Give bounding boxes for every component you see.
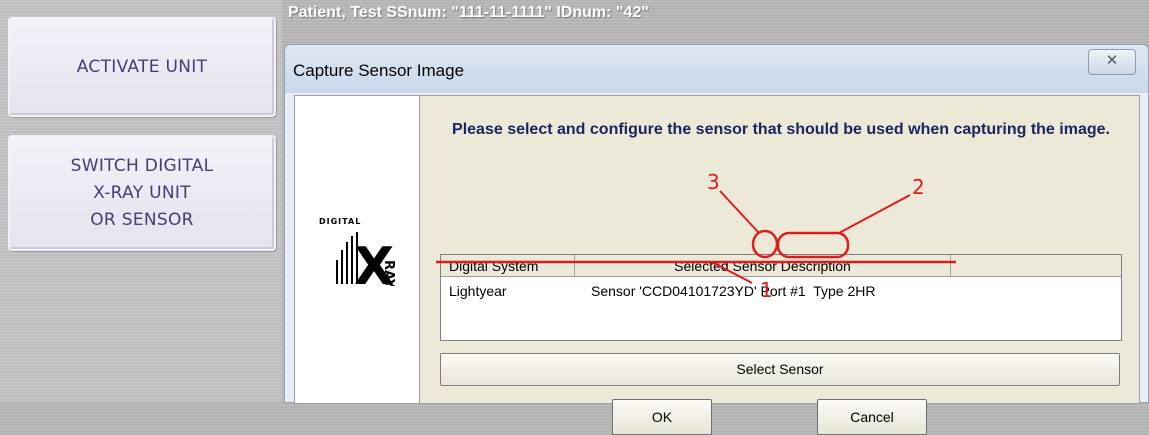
patient-info-bar: Patient, Test SSnum: "111-11-1111" IDnum… — [288, 4, 649, 21]
sensor-table[interactable]: Digital System Selected Sensor Descripti… — [440, 254, 1122, 341]
dialog-titlebar[interactable]: Capture Sensor Image ✕ — [285, 45, 1148, 93]
cancel-button[interactable]: Cancel — [817, 399, 927, 435]
capture-sensor-dialog: Capture Sensor Image ✕ DIGITAL X RAY Ple… — [284, 44, 1149, 435]
instruction-text: Please select and configure the sensor t… — [452, 121, 1110, 138]
activate-unit-button[interactable]: ACTIVATE UNIT — [8, 17, 276, 117]
logo-side-text: RAY — [381, 260, 396, 286]
dialog-title: Capture Sensor Image — [293, 61, 465, 80]
cell-sensor-description: Sensor 'CCD04101723YD' Port #1 Type 2HR — [591, 283, 876, 299]
select-sensor-button[interactable]: Select Sensor — [440, 353, 1120, 386]
dialog-body: DIGITAL X RAY Please select and configur… — [294, 95, 1140, 435]
close-button[interactable]: ✕ — [1088, 49, 1136, 75]
column-header-digital-system[interactable]: Digital System — [441, 255, 575, 277]
column-header-empty[interactable] — [951, 255, 1121, 277]
switch-digital-xray-unit-button[interactable]: SWITCH DIGITAL X-RAY UNIT OR SENSOR — [8, 135, 276, 251]
close-icon: ✕ — [1105, 52, 1119, 69]
left-panel: ACTIVATE UNIT SWITCH DIGITAL X-RAY UNIT … — [0, 0, 282, 401]
ok-button[interactable]: OK — [612, 399, 712, 435]
digital-xray-logo: DIGITAL X RAY — [295, 96, 420, 403]
cell-digital-system: Lightyear — [449, 283, 507, 299]
column-header-sensor-description[interactable]: Selected Sensor Description — [575, 255, 951, 277]
digital-xray-logo-icon: DIGITAL X RAY — [319, 217, 396, 286]
logo-top-text: DIGITAL — [319, 217, 361, 226]
